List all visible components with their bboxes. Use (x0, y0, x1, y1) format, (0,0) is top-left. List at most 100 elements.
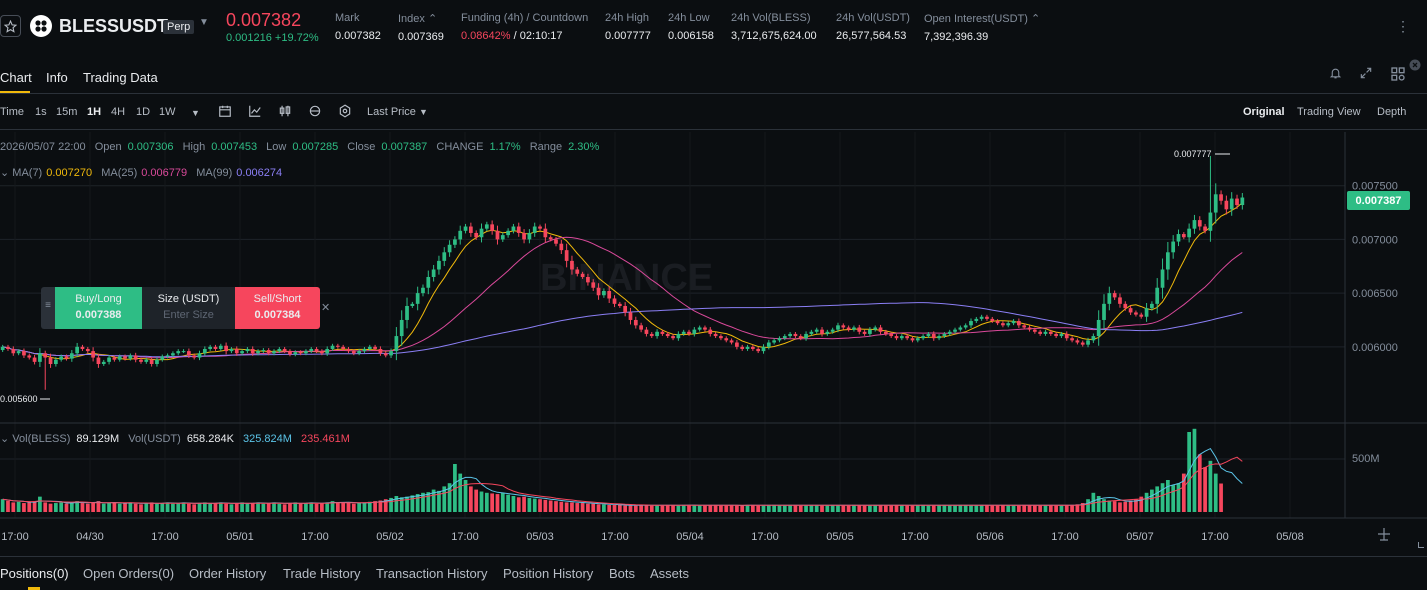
candle-body (1086, 340, 1090, 345)
bell-icon[interactable] (1329, 66, 1342, 83)
stat-index[interactable]: Index ⌃ 0.007369 (398, 12, 444, 43)
view-original[interactable]: Original (1243, 106, 1285, 118)
candle-body (399, 319, 404, 337)
stat-funding: Funding (4h) / Countdown 0.08642% / 02:1… (461, 12, 589, 42)
candlestick-chart[interactable]: BINANCE 0.0075000.0070000.0065000.006000… (0, 132, 1427, 552)
candle-body (921, 336, 925, 339)
volume-bar (548, 500, 553, 512)
candle-body (48, 357, 53, 364)
tab-trade-history[interactable]: Trade History (283, 566, 361, 581)
candle-body (687, 331, 691, 334)
candle-body (926, 333, 931, 337)
volume-bar (112, 502, 117, 512)
resize-corner-icon[interactable] (1418, 542, 1424, 548)
candle-body (905, 336, 910, 339)
interval-time[interactable]: Time (0, 106, 24, 118)
candle-body (218, 345, 223, 349)
size-input[interactable]: Size (USDT) Enter Size (142, 287, 235, 329)
candle-body (958, 327, 963, 330)
volume-bar (804, 505, 808, 512)
symbol-dropdown-icon[interactable]: ▼ (199, 17, 209, 28)
tab-trading-data[interactable]: Trading Data (83, 70, 158, 85)
time-tick-label: 17:00 (601, 531, 629, 543)
interval-1w[interactable]: 1W (159, 106, 176, 118)
candle-body (937, 336, 941, 339)
binance-watermark: BINANCE (540, 257, 713, 299)
buy-long-button[interactable]: Buy/Long 0.007388 (55, 287, 142, 329)
interval-15m[interactable]: 15m (56, 106, 77, 118)
tab-positions[interactable]: Positions(0) (0, 566, 69, 581)
volume-bar (218, 502, 223, 512)
volume-bar (559, 501, 564, 512)
price-type-select[interactable]: Last Price ▼ (367, 106, 428, 118)
candle-body (990, 318, 995, 322)
tab-position-history[interactable]: Position History (503, 566, 593, 581)
order-box-drag-handle[interactable]: ≡ (41, 287, 55, 329)
view-trading-view[interactable]: Trading View (1297, 106, 1361, 118)
chart-area[interactable]: BINANCE 0.007500 0.007000 0.006500 0.006000… (0, 132, 1427, 552)
tab-info[interactable]: Info (46, 70, 68, 85)
favorite-star-icon[interactable] (0, 15, 21, 37)
close-icon[interactable] (1409, 58, 1421, 74)
reset-axis-icon[interactable] (1378, 528, 1390, 541)
calendar-icon[interactable] (218, 104, 232, 121)
drawing-tools-icon[interactable] (308, 104, 322, 121)
candle-body (293, 352, 298, 355)
volume-bar (990, 505, 995, 512)
candle-body (591, 282, 596, 288)
candle-body (197, 353, 202, 358)
volume-bar (926, 505, 931, 512)
volume-bar (250, 503, 255, 512)
symbol-name[interactable]: BLESSUSDT (59, 16, 168, 37)
tab-open-orders[interactable]: Open Orders(0) (83, 566, 174, 581)
candle-body (1144, 308, 1149, 317)
tab-transaction-history[interactable]: Transaction History (376, 566, 488, 581)
candle-body (1107, 293, 1112, 304)
candle-body (80, 346, 85, 349)
volume-bar (11, 502, 16, 512)
volume-bar (277, 503, 282, 512)
candle-body (309, 348, 314, 352)
candle-body (59, 356, 64, 360)
candle-body (969, 321, 973, 326)
candle-body (1038, 331, 1043, 334)
sell-short-button[interactable]: Sell/Short 0.007384 (235, 287, 320, 329)
tab-assets[interactable]: Assets (650, 566, 689, 581)
view-depth[interactable]: Depth (1377, 106, 1406, 118)
candle-body (107, 357, 111, 362)
volume-bar (570, 502, 574, 512)
interval-1h[interactable]: 1H (87, 106, 101, 118)
volume-bar (314, 503, 319, 512)
volume-bar (1150, 489, 1154, 512)
candle-body (11, 348, 16, 354)
volume-bar (830, 504, 835, 512)
interval-4h[interactable]: 4H (111, 106, 125, 118)
candle-body (176, 351, 181, 354)
settings-icon[interactable] (338, 104, 352, 121)
candle-body (724, 338, 729, 341)
more-menu-icon[interactable]: ⋮ (1396, 18, 1411, 35)
candle-type-icon[interactable] (278, 104, 292, 121)
volume-bar (59, 502, 64, 512)
candle-body (719, 336, 723, 339)
interval-1s[interactable]: 1s (35, 106, 47, 118)
tab-chart[interactable]: Chart (0, 70, 32, 85)
volume-bar (272, 502, 276, 512)
volume-bar (197, 503, 202, 512)
indicator-icon[interactable] (248, 104, 262, 121)
fullscreen-icon[interactable] (1359, 66, 1373, 83)
tab-bots[interactable]: Bots (609, 566, 635, 581)
volume-bar (921, 504, 925, 512)
interval-dropdown-icon[interactable]: ▼ (191, 108, 200, 118)
volume-bar (580, 503, 585, 512)
candle-body (64, 356, 69, 359)
order-box-close-icon[interactable]: ✕ (321, 301, 330, 314)
candle-body (1096, 319, 1101, 337)
interval-1d[interactable]: 1D (136, 106, 150, 118)
volume-bar (351, 503, 356, 512)
stat-open-interest[interactable]: Open Interest(USDT) ⌃ 7,392,396.39 (924, 12, 1040, 43)
tab-order-history[interactable]: Order History (189, 566, 266, 581)
layout-grid-icon[interactable] (1390, 66, 1406, 85)
volume-bar (1176, 483, 1181, 512)
time-tick-label: 17:00 (901, 531, 929, 543)
